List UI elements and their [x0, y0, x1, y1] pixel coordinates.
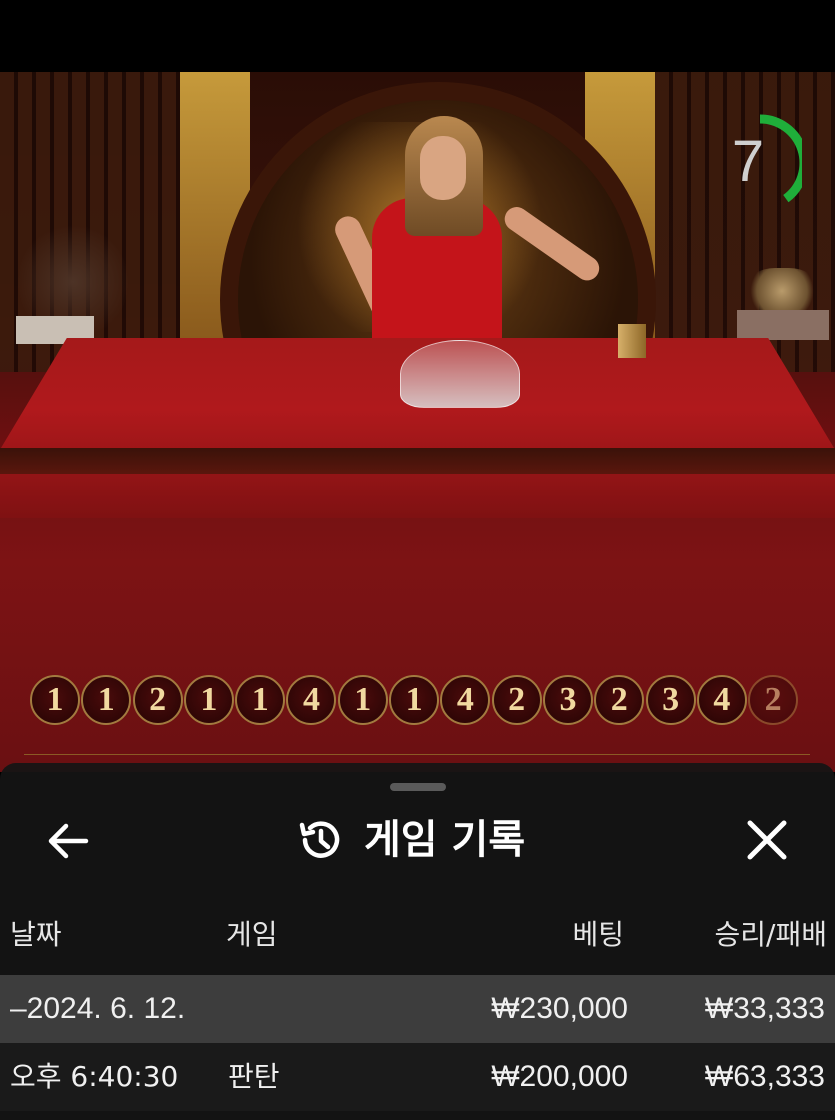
result-bead: 4	[440, 675, 491, 725]
back-arrow-icon[interactable]	[44, 817, 92, 865]
statue-base	[737, 310, 829, 340]
result-bead: 2	[594, 675, 645, 725]
result-bead: 4	[286, 675, 337, 725]
result-bead: 1	[235, 675, 286, 725]
group-bet-total: ₩230,000	[491, 992, 628, 1025]
gold-cup	[618, 324, 646, 358]
live-dealer-video	[0, 72, 835, 772]
date-group-row[interactable]: –2024. 6. 12. ₩230,000 ₩33,333	[0, 975, 835, 1043]
game-history-sheet: 게임 기록 날짜 게임 베팅 승리/패배 –2024. 6. 12. ₩230,…	[0, 763, 835, 1120]
bead-bowl	[400, 340, 520, 408]
table-rim	[0, 448, 835, 474]
result-bead: 2	[748, 675, 799, 725]
close-icon[interactable]	[744, 817, 790, 863]
sheet-title: 게임 기록	[364, 817, 526, 863]
history-row[interactable]: 오후 6:40:30 판탄 ₩200,000 ₩63,333	[0, 1043, 835, 1111]
result-history-strip: 112114114232342	[30, 675, 820, 733]
sheet-header: 게임 기록	[296, 813, 525, 867]
result-bead: 3	[645, 675, 696, 725]
dragon-statue	[747, 268, 817, 314]
column-header-date[interactable]: 날짜	[10, 915, 62, 955]
result-bead: 2	[132, 675, 183, 725]
group-result-total: ₩33,333	[704, 992, 825, 1025]
result-bead: 2	[491, 675, 542, 725]
result-bead: 1	[81, 675, 132, 725]
column-header-game[interactable]: 게임	[226, 915, 278, 955]
column-header-result[interactable]: 승리/패배	[640, 915, 827, 955]
top-status-bar	[0, 0, 835, 72]
row-result: ₩63,333	[704, 1060, 825, 1093]
sheet-drag-handle[interactable]	[390, 783, 446, 791]
row-game: 판탄	[228, 1060, 280, 1093]
history-clock-icon	[299, 821, 340, 858]
timer-countdown: 7	[731, 129, 765, 194]
round-timer: 7	[722, 108, 809, 218]
row-bet: ₩200,000	[491, 1060, 628, 1093]
row-time: 오후 6:40:30	[10, 1060, 179, 1093]
result-bead: 1	[183, 675, 234, 725]
result-bead: 4	[696, 675, 747, 725]
result-bead: 1	[337, 675, 388, 725]
column-header-bet[interactable]: 베팅	[470, 915, 624, 955]
result-bead: 1	[389, 675, 440, 725]
dealer-face	[420, 136, 466, 200]
result-bead: 3	[542, 675, 593, 725]
group-date: –2024. 6. 12.	[10, 992, 186, 1025]
result-bead: 1	[30, 675, 80, 725]
